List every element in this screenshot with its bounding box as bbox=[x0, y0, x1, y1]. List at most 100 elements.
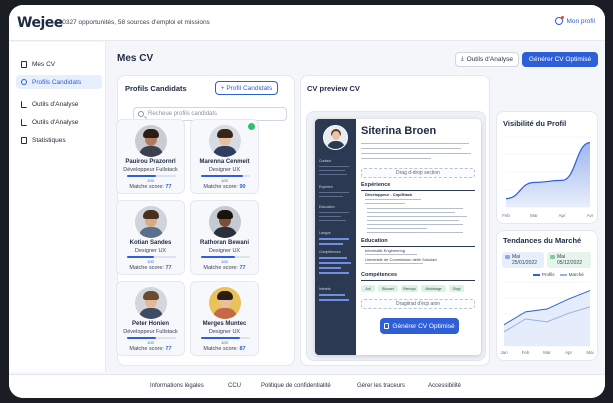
tools-button[interactable]: ⤓ Outils d'Analyse bbox=[455, 52, 519, 67]
match-score: Matche score: 77 bbox=[117, 265, 184, 271]
sidebar-item-outils-2[interactable]: Outils d'Analyse bbox=[16, 115, 102, 129]
document-icon bbox=[21, 136, 27, 144]
candidate-card[interactable]: Marenna Cenmeit Designer UX 100 Matche scor… bbox=[190, 119, 259, 194]
document-icon bbox=[21, 60, 27, 68]
match-score-value: 77 bbox=[165, 184, 172, 190]
cv-section-skills: Compétences bbox=[361, 272, 398, 278]
candidate-name: Marenna Cenmeit bbox=[199, 159, 250, 165]
series-area bbox=[506, 142, 590, 207]
avatar bbox=[209, 287, 241, 319]
match-progress bbox=[127, 256, 176, 258]
match-progress bbox=[201, 337, 250, 339]
match-score-value: 90 bbox=[239, 184, 246, 190]
match-score-label: Matche score: bbox=[129, 265, 164, 271]
avatar bbox=[209, 125, 241, 157]
search-placeholder: Recheue profils candidats bbox=[148, 111, 218, 117]
legend-label-marche: Marché bbox=[568, 272, 584, 277]
app-window: Wejee 180327 opportunités, 58 sources d'… bbox=[9, 5, 605, 398]
x-tick-label: Feb bbox=[502, 213, 510, 218]
user-icon bbox=[555, 16, 565, 25]
match-score: Matche score: 90 bbox=[191, 184, 258, 190]
footer-link-ccu[interactable]: CCU bbox=[228, 383, 241, 389]
candidate-name: Pauirou Prazornrl bbox=[125, 159, 176, 165]
cv-section-experience: Expérience bbox=[361, 182, 391, 188]
match-score-label: Matche score: bbox=[203, 346, 238, 352]
market-tag-2: Mai 05/12/2022 bbox=[547, 252, 591, 268]
match-score-value: 77 bbox=[165, 346, 172, 352]
match-score-label: Matche score: bbox=[203, 184, 238, 190]
market-legend: Profils Marché bbox=[533, 272, 584, 277]
profile-link[interactable]: Mon profil bbox=[555, 16, 595, 25]
sidebar-item-profils[interactable]: Profils Candidats bbox=[16, 75, 102, 89]
sidebar-item-mes-cv[interactable]: Mes CV bbox=[16, 57, 102, 71]
market-title: Tendances du Marché bbox=[503, 236, 582, 245]
candidate-role: Designer UX bbox=[134, 248, 167, 254]
search-icon bbox=[138, 111, 144, 117]
candidate-card[interactable]: Kotian Sandes Designer UX 100 Matche score:… bbox=[116, 200, 185, 275]
sidebar-item-outils-1[interactable]: Outils d'Analyse bbox=[16, 97, 102, 111]
match-score: Matche score: 77 bbox=[117, 346, 184, 352]
cv-section-education: Education bbox=[361, 238, 388, 244]
candidate-role: Développeur Fullstack bbox=[123, 329, 178, 335]
series-area bbox=[504, 290, 590, 346]
x-tick-label: Apr bbox=[558, 213, 566, 218]
match-progress bbox=[201, 256, 250, 258]
match-progress bbox=[127, 175, 176, 177]
profile-link-label: Mon profil bbox=[566, 17, 595, 25]
candidate-card[interactable]: Peter Honien Développeur Fullstack 100 Matc… bbox=[116, 281, 185, 356]
add-profile-button[interactable]: + Profil Candidats bbox=[215, 81, 278, 95]
tools-button-label: Outils d'Analyse bbox=[466, 56, 514, 63]
page-title: Mes CV bbox=[117, 53, 154, 64]
match-progress-value: 100 bbox=[147, 178, 154, 183]
sidebar-item-statistiques[interactable]: Statistiques bbox=[16, 133, 102, 147]
candidate-card[interactable]: Pauirou Prazornrl Développeur Fullstack 10… bbox=[116, 119, 185, 194]
tag-date: 25/01/2022 bbox=[512, 260, 538, 266]
cv-side-label: Intérêts bbox=[319, 287, 331, 291]
generate-cv-button[interactable]: Générer CV Optimisé bbox=[522, 52, 598, 67]
footer-link-privacy[interactable]: Politique de confidentialité bbox=[261, 383, 331, 389]
chart-icon bbox=[21, 100, 27, 108]
candidate-card[interactable]: Rathoran Bewani Designer UX 100 Matche scor… bbox=[190, 200, 259, 275]
x-tick-label: Mar bbox=[530, 213, 538, 218]
cv-name: Siterina Broen bbox=[361, 125, 437, 137]
x-tick-label: Jan bbox=[500, 350, 508, 355]
footer-link-trackers[interactable]: Gérer les traceurs bbox=[357, 383, 405, 389]
candidate-name: Merges Muntec bbox=[202, 321, 247, 327]
profiles-title: Profils Candidats bbox=[125, 84, 187, 93]
sidebar: Mes CV Profils Candidats Outils d'Analys… bbox=[9, 42, 106, 372]
candidate-card[interactable]: Merges Muntec Designer UX 100 Matche score:… bbox=[190, 281, 259, 356]
sidebar-item-label: Mes CV bbox=[32, 60, 56, 68]
footer-link-accessibility[interactable]: Accessibilité bbox=[428, 383, 461, 389]
match-progress-value: 100 bbox=[147, 259, 154, 264]
cv-side-label: Contact bbox=[319, 159, 332, 163]
footer-link-legal[interactable]: Informations légales bbox=[150, 383, 204, 389]
market-chart: Jan Feb Mar Apr Mai bbox=[500, 281, 594, 355]
match-progress bbox=[201, 175, 250, 177]
legend-line-marche bbox=[559, 274, 567, 276]
footer: Informations légales CCU Politique de co… bbox=[9, 374, 605, 398]
cv-generate-label: Générer CV Optimisé bbox=[392, 322, 455, 330]
skill-chip: Auf bbox=[361, 285, 375, 292]
match-progress-value: 100 bbox=[221, 340, 228, 345]
avatar bbox=[135, 206, 167, 238]
candidate-name: Peter Honien bbox=[131, 321, 169, 327]
candidate-role: Designer UX bbox=[208, 329, 241, 335]
sidebar-item-label: Statistiques bbox=[32, 136, 66, 144]
cv-generate-button[interactable]: Générer CV Optimisé bbox=[380, 318, 459, 334]
match-progress-value: 100 bbox=[221, 178, 228, 183]
candidate-role: Designer UX bbox=[208, 167, 241, 173]
avatar bbox=[135, 287, 167, 319]
visibility-chart: Feb Mar Apr Avr bbox=[502, 136, 594, 218]
match-score: Matche score: 87 bbox=[191, 346, 258, 352]
drop-zone-top[interactable]: Drag d-drop section bbox=[361, 168, 475, 178]
skill-chip: Blouset bbox=[378, 285, 398, 292]
check-icon bbox=[248, 123, 255, 130]
legend-line-profils bbox=[533, 274, 540, 276]
skill-chip: Slogl bbox=[449, 285, 464, 292]
match-progress-value: 100 bbox=[221, 259, 228, 264]
drop-zone-bottom[interactable]: Dragiinat d'écp aion bbox=[361, 299, 475, 309]
chart-icon bbox=[21, 118, 27, 126]
cv-side-label: Compétences bbox=[319, 250, 341, 254]
candidate-role: Développeur Fullstack bbox=[123, 167, 178, 173]
cv-side-label: Langue bbox=[319, 231, 331, 235]
